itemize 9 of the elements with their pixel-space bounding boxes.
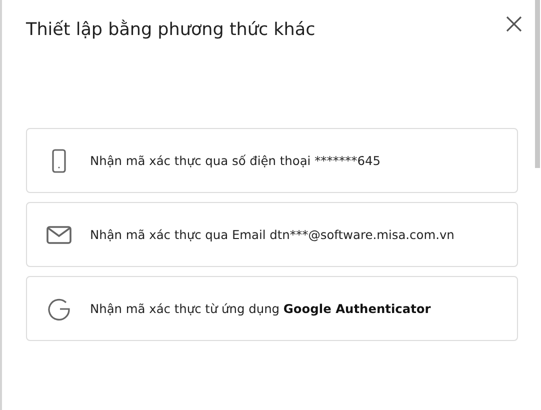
option-label: Nhận mã xác thực qua số điện thoại *******645	[90, 154, 380, 168]
method-option[interactable]: Nhận mã xác thực qua số điện thoại *******645	[26, 128, 518, 193]
scrollbar[interactable]	[535, 0, 540, 168]
option-label: Nhận mã xác thực qua Email dtn***@software.misa.com.vn	[90, 228, 454, 242]
method-option[interactable]: Nhận mã xác thực qua Email dtn***@software.misa.com.vn	[26, 202, 518, 267]
method-option[interactable]: Nhận mã xác thực từ ứng dụng Google Authenticator	[26, 276, 518, 341]
dialog-title: Thiết lập bằng phương thức khác	[26, 20, 316, 40]
close-icon[interactable]	[505, 15, 523, 33]
option-label: Nhận mã xác thực từ ứng dụng Google Authenticator	[90, 302, 431, 316]
